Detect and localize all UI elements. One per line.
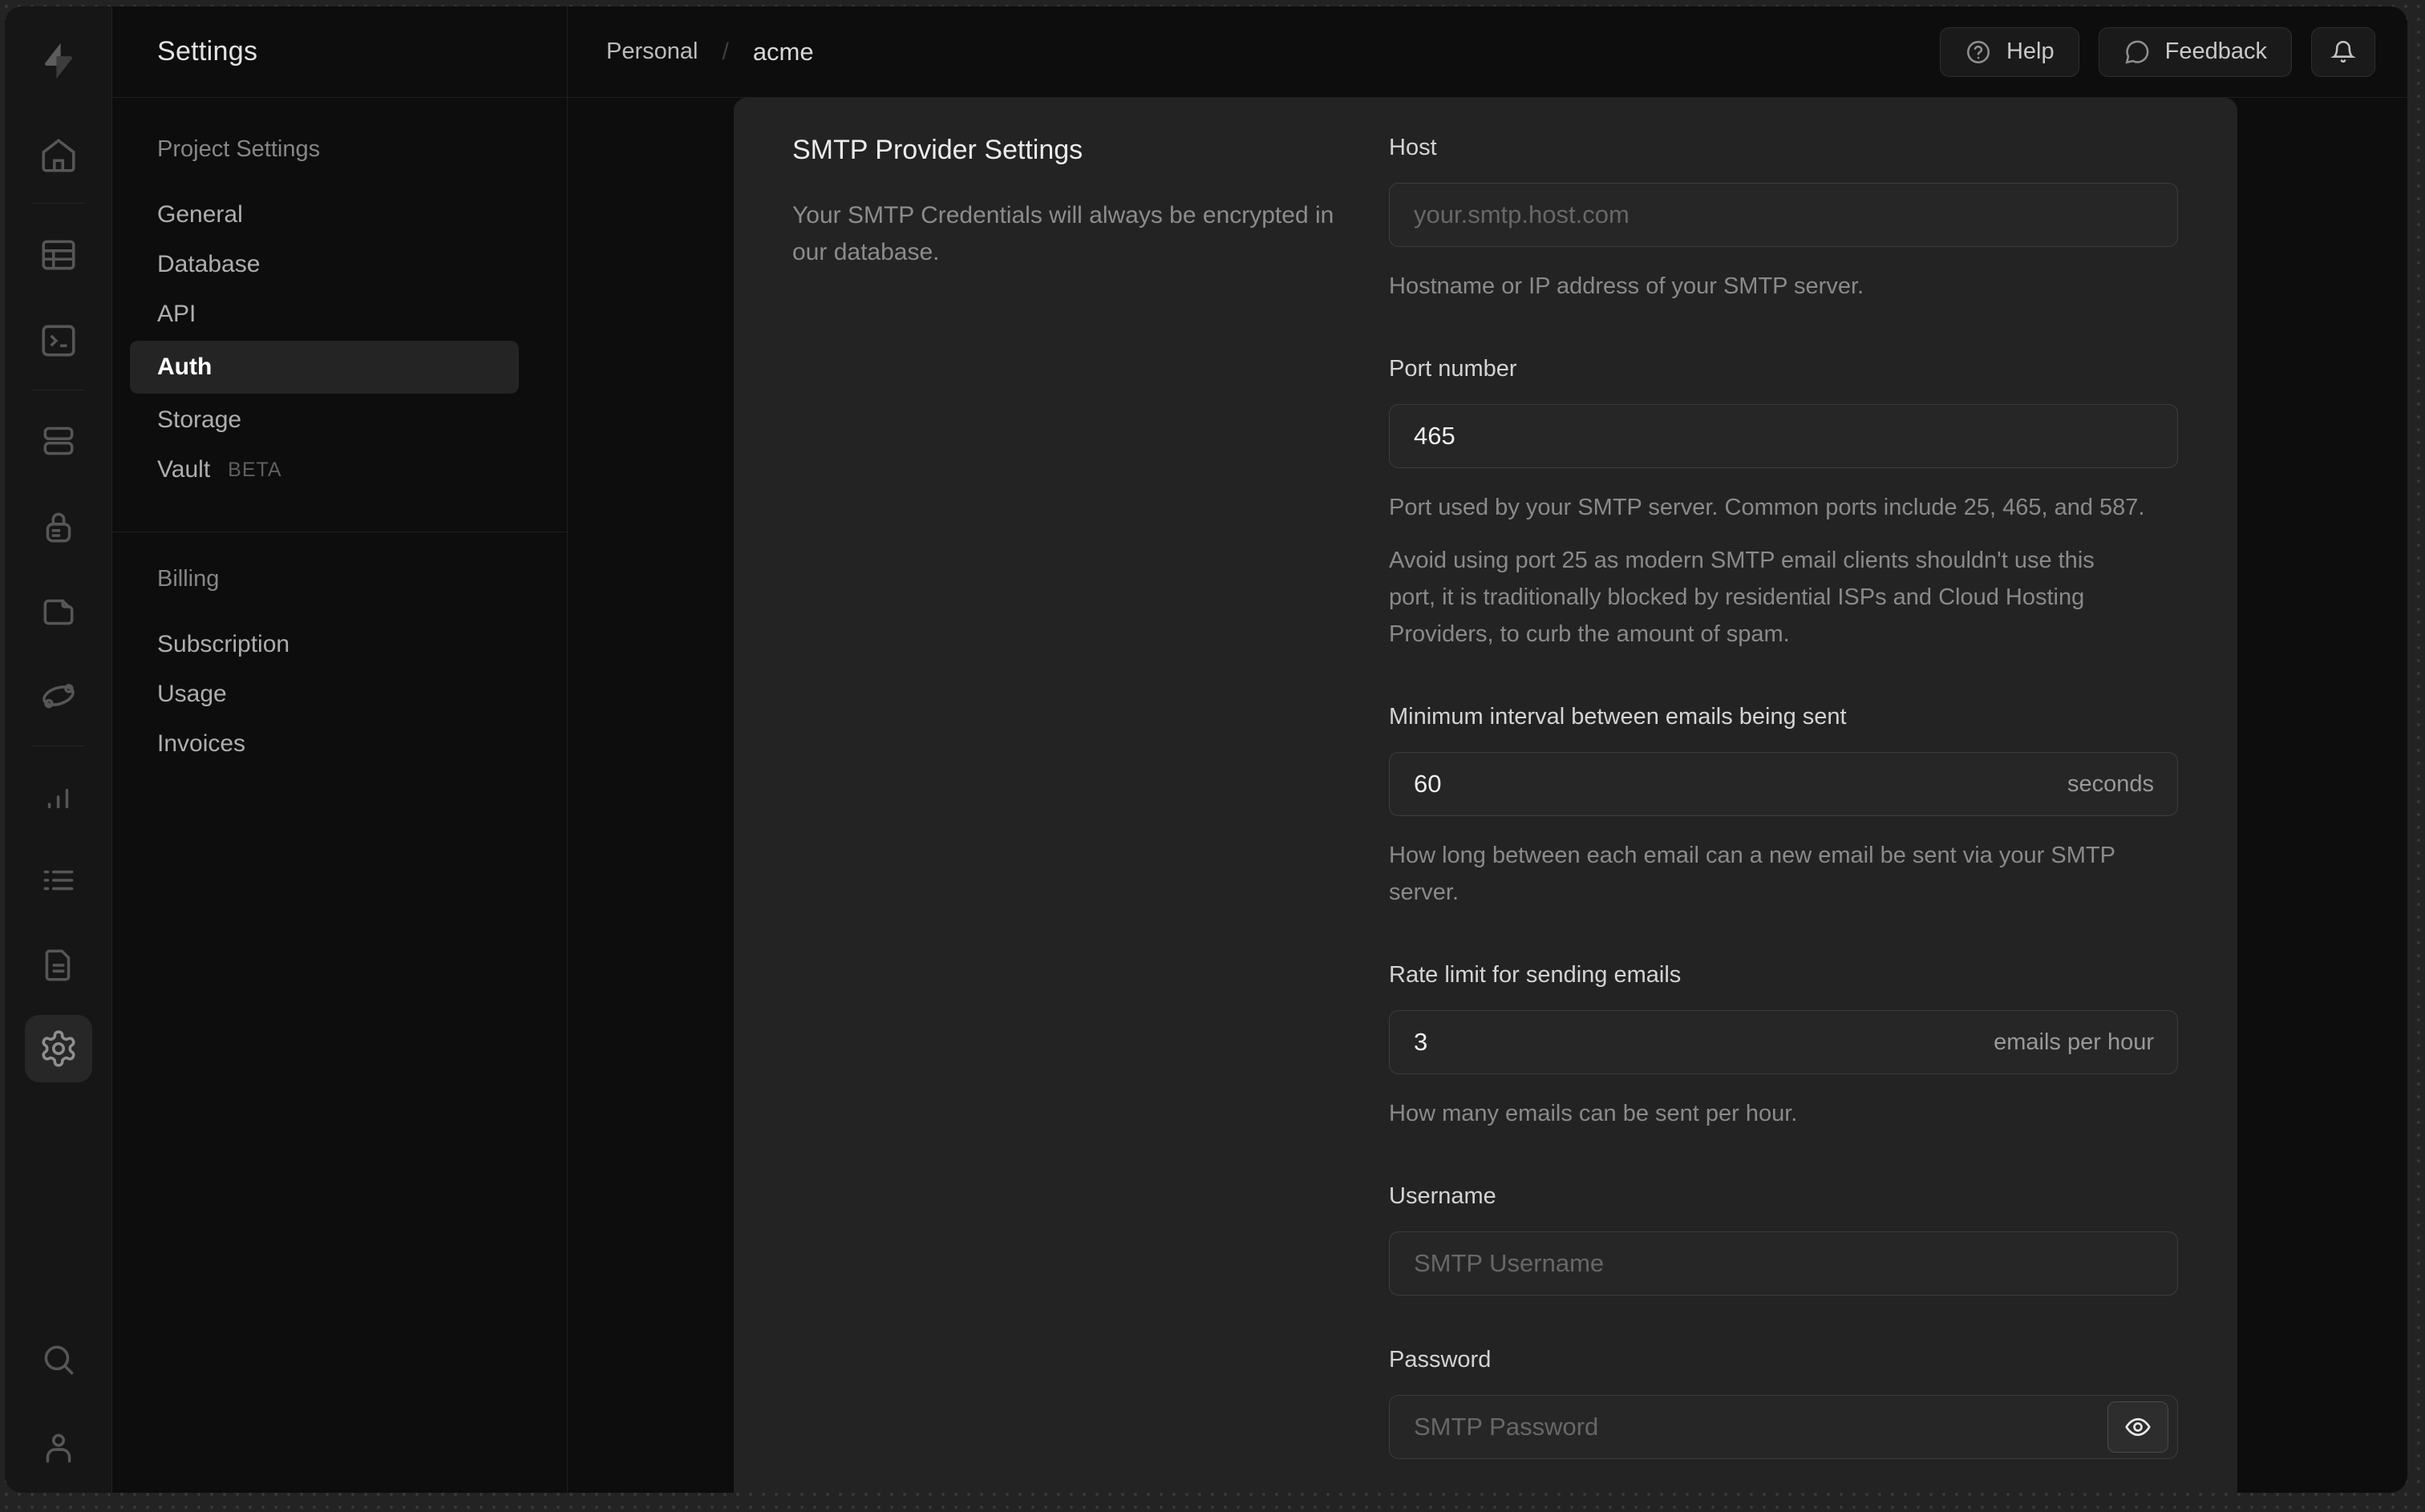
- sql-editor-icon[interactable]: [25, 307, 92, 374]
- help-circle-icon: [1966, 40, 1990, 63]
- sidebar-item-usage[interactable]: Usage: [112, 669, 567, 719]
- icon-rail: [5, 6, 112, 1493]
- port-helper: Port used by your SMTP server. Common po…: [1389, 495, 2145, 520]
- search-icon[interactable]: [25, 1326, 92, 1393]
- sidebar-item-subscription[interactable]: Subscription: [112, 620, 567, 669]
- settings-sidebar-header: Settings: [112, 6, 567, 98]
- rate-limit-unit: emails per hour: [1994, 1029, 2154, 1055]
- breadcrumb-separator: /: [722, 38, 729, 65]
- edge-functions-icon[interactable]: [25, 662, 92, 730]
- breadcrumb: Personal / acme: [606, 38, 814, 67]
- sidebar-item-database[interactable]: Database: [112, 240, 567, 289]
- field-port: Port number Port used by your SMTP serve…: [1389, 354, 2178, 653]
- content-area: SMTP Provider Settings Your SMTP Credent…: [568, 98, 2407, 1493]
- nav-section-heading-project-settings: Project Settings: [157, 136, 321, 162]
- user-icon[interactable]: [25, 1414, 92, 1482]
- username-label: Username: [1389, 1183, 1496, 1209]
- min-interval-helper: How long between each email can a new em…: [1389, 843, 2115, 905]
- rail-divider: [32, 203, 85, 204]
- section-title: SMTP Provider Settings: [792, 135, 1083, 165]
- password-label: Password: [1389, 1347, 1492, 1373]
- field-host: Host Hostname or IP address of your SMTP…: [1389, 133, 2178, 305]
- port-input[interactable]: [1389, 404, 2178, 468]
- sidebar-item-auth[interactable]: Auth: [130, 341, 519, 394]
- rate-limit-label: Rate limit for sending emails: [1389, 962, 1682, 988]
- sidebar-item-storage[interactable]: Storage: [112, 395, 567, 445]
- logs-icon[interactable]: [25, 847, 92, 914]
- database-icon[interactable]: [25, 407, 92, 475]
- settings-gear-icon[interactable]: [25, 1015, 92, 1082]
- bell-icon: [2330, 40, 2356, 63]
- host-helper: Hostname or IP address of your SMTP serv…: [1389, 273, 1864, 299]
- password-input[interactable]: [1389, 1395, 2178, 1459]
- section-description: Your SMTP Credentials will always be enc…: [792, 202, 1334, 265]
- min-interval-label: Minimum interval between emails being se…: [1389, 704, 1847, 730]
- page-title: Settings: [157, 36, 258, 67]
- port-label: Port number: [1389, 356, 1517, 382]
- host-input[interactable]: [1389, 183, 2178, 247]
- settings-sidebar: Settings Project Settings General Databa…: [112, 6, 568, 1493]
- field-min-interval: Minimum interval between emails being se…: [1389, 702, 2178, 911]
- nav-section-heading-billing: Billing: [157, 566, 220, 592]
- auth-lock-icon[interactable]: [25, 494, 92, 561]
- rate-limit-helper: How many emails can be sent per hour.: [1389, 1101, 1798, 1126]
- breadcrumb-org[interactable]: Personal: [606, 38, 698, 65]
- port-note: Avoid using port 25 as modern SMTP email…: [1389, 548, 2095, 647]
- field-username: Username: [1389, 1182, 2178, 1296]
- top-bar: Personal / acme Help Feedback: [568, 6, 2407, 98]
- table-editor-icon[interactable]: [25, 221, 92, 289]
- smtp-settings-panel: SMTP Provider Settings Your SMTP Credent…: [734, 98, 2237, 1493]
- sidebar-item-invoices[interactable]: Invoices: [112, 719, 567, 769]
- feedback-button[interactable]: Feedback: [2098, 26, 2292, 77]
- reports-icon[interactable]: [25, 763, 92, 831]
- min-interval-input[interactable]: [1389, 752, 2178, 816]
- home-icon[interactable]: [25, 123, 92, 190]
- field-rate-limit: Rate limit for sending emails emails per…: [1389, 960, 2178, 1132]
- help-button[interactable]: Help: [1939, 26, 2079, 77]
- storage-icon[interactable]: [25, 577, 92, 645]
- username-input[interactable]: [1389, 1231, 2178, 1296]
- min-interval-unit: seconds: [2067, 770, 2154, 797]
- docs-icon[interactable]: [25, 932, 92, 999]
- supabase-logo-icon[interactable]: [5, 35, 112, 87]
- toggle-password-visibility-button[interactable]: [2107, 1401, 2168, 1453]
- beta-badge: BETA: [228, 458, 282, 481]
- breadcrumb-project[interactable]: acme: [753, 38, 814, 67]
- eye-icon: [2125, 1417, 2151, 1437]
- host-label: Host: [1389, 135, 1437, 160]
- sidebar-item-vault[interactable]: Vault BETA: [112, 445, 567, 495]
- app-window: Settings Project Settings General Databa…: [5, 6, 2407, 1493]
- field-password: Password: [1389, 1345, 2178, 1459]
- sidebar-item-general[interactable]: General: [112, 190, 567, 240]
- notifications-button[interactable]: [2311, 26, 2375, 77]
- main-area: Personal / acme Help Feedback SMTP Provi…: [568, 6, 2407, 1493]
- sidebar-item-api[interactable]: API: [112, 289, 567, 339]
- feedback-bubble-icon: [2125, 40, 2149, 63]
